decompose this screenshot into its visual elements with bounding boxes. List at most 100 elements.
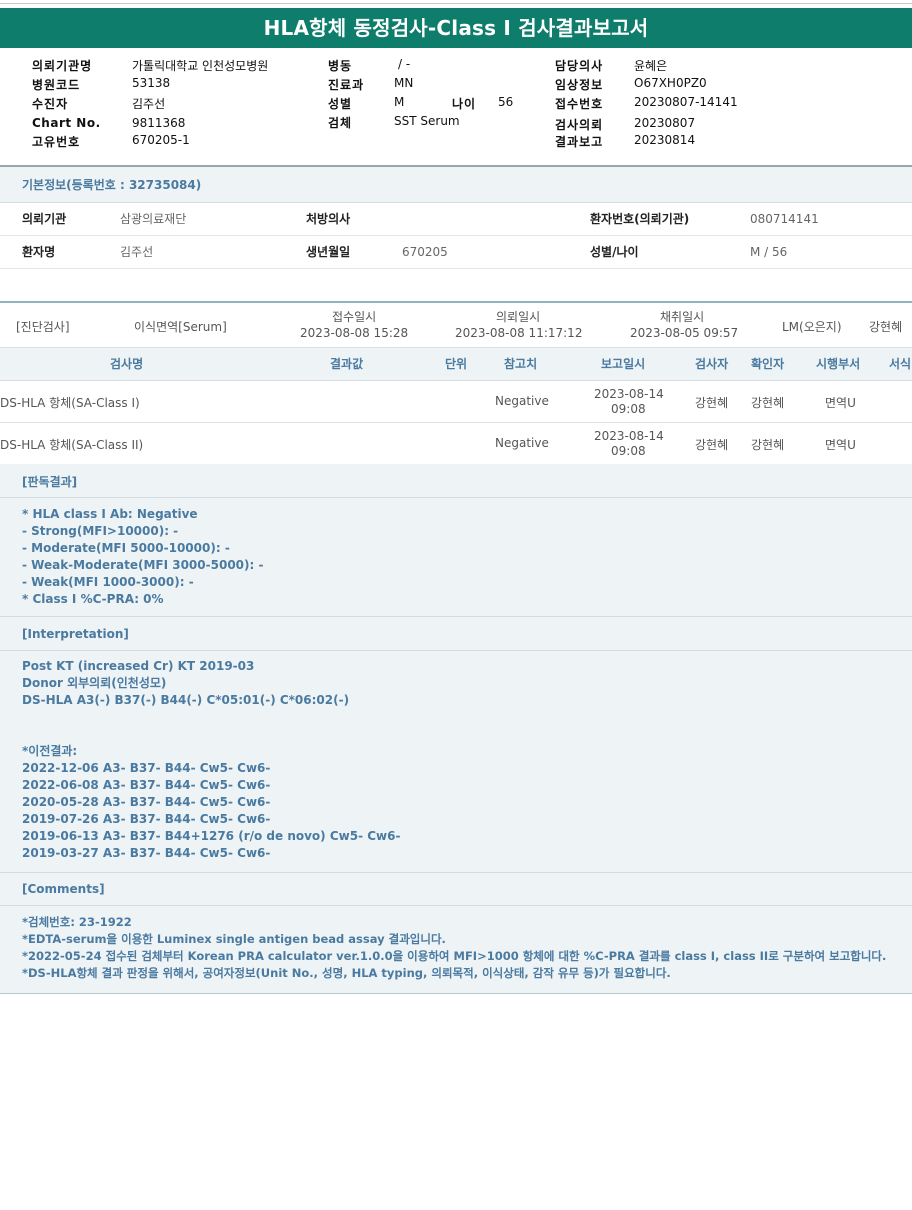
interpretation-line: 2020-05-28 A3- B37- B44- Cw5- Cw6- (22, 795, 271, 809)
interpretation-line: DS-HLA A3(-) B37(-) B44(-) C*05:01(-) C*… (22, 693, 350, 707)
col-dept: 시행부서 (816, 357, 861, 371)
interpretation-line (22, 709, 400, 726)
report-body: [판독결과] * HLA class I Ab: Negative - Stro… (0, 464, 912, 994)
header-label: 의뢰기관명 (32, 59, 93, 73)
header-label: Chart No. (32, 116, 101, 130)
header-value: 20230807-14141 (634, 95, 738, 109)
comments-title: [Comments] (22, 882, 105, 896)
tester-name: 강현혜 (695, 438, 729, 452)
dept-name: 면역U (825, 438, 856, 452)
judgement-line: - Strong(MFI>10000): - (22, 524, 179, 538)
section-divider (0, 616, 912, 617)
header-value: 53138 (132, 76, 171, 90)
judgement-text: * HLA class I Ab: Negative - Strong(MFI>… (22, 506, 263, 608)
judgement-line: * Class I %C-PRA: 0% (22, 592, 164, 606)
report-title: HLA항체 동정검사-Class I 검사결과보고서 (0, 8, 912, 48)
collected-value: 2023-08-05 09:57 (630, 326, 739, 340)
verifier-name: 강현혜 (751, 438, 785, 452)
header-value: 56 (498, 95, 514, 109)
prescriber-label: 처방의사 (306, 212, 351, 226)
basic-info-row: 의뢰기관 삼광의료재단 처방의사 환자번호(의뢰기관) 080714141 (0, 203, 912, 236)
section-divider (0, 905, 912, 906)
header-value: 김주선 (132, 97, 166, 111)
received-label: 접수일시 (332, 310, 377, 324)
table-row: DS-HLA 항체(SA-Class I) Negative 2023-08-1… (0, 381, 912, 423)
order-test-name: 이식면역[Serum] (134, 320, 227, 334)
interpretation-line: 2019-03-27 A3- B37- B44- Cw5- Cw6- (22, 846, 271, 860)
judgement-title: [판독결과] (22, 475, 78, 489)
results-header: 검사명 결과값 단위 참고치 보고일시 검사자 확인자 시행부서 서식 (0, 348, 912, 381)
header-value: 20230807 (634, 116, 696, 130)
basic-info-row: 환자명 김주선 생년월일 670205 성별/나이 M / 56 (0, 236, 912, 269)
requested-value: 2023-08-08 11:17:12 (455, 326, 583, 340)
interpretation-line: Donor 외부의뢰(인천성모) (22, 676, 167, 690)
patient-name-label: 환자명 (22, 245, 56, 259)
header-value: M (394, 95, 405, 109)
reference-value: Negative (495, 394, 549, 408)
interpretation-line: 2019-07-26 A3- B37- B44- Cw5- Cw6- (22, 812, 271, 826)
col-reference: 참고치 (504, 357, 538, 371)
judgement-line: * HLA class I Ab: Negative (22, 507, 198, 521)
judgement-line: - Moderate(MFI 5000-10000): - (22, 541, 230, 555)
interpretation-text: Post KT (increased Cr) KT 2019-03 Donor … (22, 658, 400, 862)
comment-line: *DS-HLA항체 결과 판정을 위해서, 공여자정보(Unit No., 성명… (22, 966, 671, 980)
header-value: O67XH0PZ0 (634, 76, 707, 90)
basic-info-section: 기본정보(등록번호 : 32735084) 의뢰기관 삼광의료재단 처방의사 환… (0, 167, 912, 269)
institution-value: 삼광의료재단 (120, 212, 187, 226)
dept-name: 면역U (825, 396, 856, 410)
received-value: 2023-08-08 15:28 (300, 326, 409, 340)
sex-age-value: M / 56 (750, 245, 788, 259)
collected-label: 채취일시 (660, 310, 705, 324)
header-label: 검체 (328, 116, 353, 130)
header-value: 9811368 (132, 116, 186, 130)
judgement-line: - Weak-Moderate(MFI 3000-5000): - (22, 558, 264, 572)
col-result: 결과값 (330, 357, 364, 371)
patient-name-value: 김주선 (120, 245, 154, 259)
col-unit: 단위 (445, 357, 468, 371)
technician-name: 강현혜 (869, 320, 903, 334)
section-divider (0, 497, 912, 498)
results-table: 검사명 결과값 단위 참고치 보고일시 검사자 확인자 시행부서 서식 DS-H… (0, 348, 912, 465)
basic-info-title: 기본정보(등록번호 : 32735084) (0, 167, 912, 203)
judgement-line: - Weak(MFI 1000-3000): - (22, 575, 194, 589)
header-label: 결과보고 (555, 135, 604, 149)
col-report-date: 보고일시 (601, 357, 646, 371)
header-label: 성별 (328, 97, 353, 111)
birthdate-label: 생년월일 (306, 245, 351, 259)
col-tester: 검사자 (695, 357, 729, 371)
birthdate-value: 670205 (402, 245, 448, 259)
header-label: 나이 (452, 97, 477, 111)
interpretation-line: *이전결과: (22, 744, 78, 758)
requested-label: 의뢰일시 (496, 310, 541, 324)
header-value: MN (394, 76, 414, 90)
verifier-name: 강현혜 (751, 396, 785, 410)
report-time: 09:08 (611, 444, 646, 458)
report-date: 2023-08-14 (594, 387, 664, 401)
report-date: 2023-08-14 (594, 429, 664, 443)
header-label: 임상정보 (555, 78, 604, 92)
patient-id-value: 080714141 (750, 212, 819, 226)
interpretation-line: 2019-06-13 A3- B37- B44+1276 (r/o de nov… (22, 829, 401, 843)
interpretation-line: 2022-12-06 A3- B37- B44- Cw5- Cw6- (22, 761, 271, 775)
header-label: 고유번호 (32, 135, 81, 149)
header-value: / - (398, 57, 411, 71)
patient-id-label: 환자번호(의뢰기관) (590, 212, 690, 226)
col-verifier: 확인자 (751, 357, 785, 371)
header-value: 670205-1 (132, 133, 190, 147)
test-name: DS-HLA 항체(SA-Class I) (0, 396, 140, 410)
order-category: [진단검사] (16, 320, 70, 334)
header-label: 검사의뢰 (555, 118, 604, 132)
top-border (0, 3, 912, 6)
col-form: 서식 (889, 357, 912, 371)
section-divider (0, 872, 912, 873)
header-value: SST Serum (394, 114, 460, 128)
comment-line: *EDTA-serum을 이용한 Luminex single antigen … (22, 932, 446, 946)
section-divider (0, 650, 912, 651)
interpretation-title: [Interpretation] (22, 627, 129, 641)
header-value: 20230814 (634, 133, 696, 147)
header-label: 수진자 (32, 97, 69, 111)
header-label: 병동 (328, 59, 353, 73)
interpretation-line: 2022-06-08 A3- B37- B44- Cw5- Cw6- (22, 778, 271, 792)
comment-line: *검체번호: 23-1922 (22, 915, 132, 929)
header-label: 병원코드 (32, 78, 81, 92)
